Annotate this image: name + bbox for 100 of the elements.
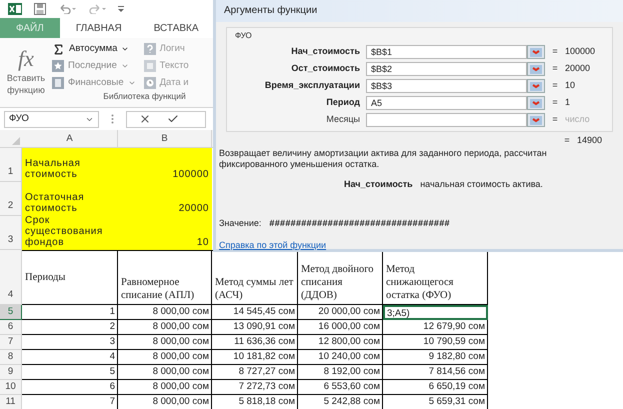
row-header[interactable]: 1	[0, 148, 22, 182]
book-icon	[52, 77, 64, 89]
table-cell: 5 242,88 сом	[298, 395, 383, 409]
table-cell: 6 553,60 сом	[298, 380, 383, 395]
spreadsheet-logo-icon	[8, 3, 22, 15]
collapse-dialog-button[interactable]	[527, 45, 545, 59]
argument-input[interactable]: $B$2	[366, 62, 527, 76]
table-cell: 5	[22, 365, 118, 380]
row-header[interactable]: 11	[0, 395, 22, 409]
editing-cell[interactable]: 3;A5)	[383, 305, 488, 320]
row-header[interactable]: 2	[0, 182, 22, 216]
table-cell: 10 181,82 сом	[212, 350, 298, 365]
table-cell: Остаточная стоимость	[22, 182, 118, 216]
column-heading-cell: Периоды	[22, 250, 118, 305]
argument-label: Период	[325, 96, 361, 110]
column-header[interactable]: B	[118, 130, 212, 147]
equals-sign: =	[551, 96, 559, 110]
enter-icon[interactable]	[167, 113, 179, 125]
table-cell: Срок существования фондов	[22, 216, 118, 250]
argument-input[interactable]: $B$3	[366, 79, 527, 93]
function-description: Возвращает величину амортизации актива для заданного периода, рассчитан фиксированного уменьшения остатка.	[218, 148, 548, 170]
argument-result: 10	[565, 79, 576, 92]
name-box[interactable]: ФУО	[4, 110, 99, 128]
redo-icon[interactable]	[88, 4, 106, 14]
table-cell: 9 182,80 сом	[383, 350, 488, 365]
argument-result: 100000	[565, 45, 596, 58]
argument-label: Месяцы	[325, 113, 361, 126]
range-select-icon	[530, 116, 542, 124]
table-cell: 10	[118, 216, 212, 250]
customize-icon[interactable]	[118, 6, 124, 12]
table-cell: 3	[22, 335, 118, 350]
table-cell: 8 000,00 сом	[118, 320, 212, 335]
equals-sign: =	[551, 62, 559, 76]
table-cell: 6	[22, 380, 118, 395]
dialog-title: Аргументы функции	[216, 0, 623, 22]
undo-icon[interactable]	[58, 4, 76, 14]
argument-input[interactable]: $B$1	[366, 45, 527, 59]
save-icon[interactable]	[34, 3, 46, 15]
argument-description: Нач_стоимость начальная стоимость актива.	[343, 178, 544, 190]
group-label: Библиотека функций	[102, 90, 187, 104]
help-link[interactable]: Справка по этой функции	[219, 238, 326, 252]
table-cell: 10 240,00 сом	[298, 350, 383, 365]
value-label: Значение:	[219, 217, 262, 230]
table-cell: 1	[22, 305, 118, 320]
insert-function-button[interactable]: fx Вставить функцию	[0, 38, 52, 107]
ribbon-tab[interactable]: ГЛАВНАЯ	[60, 18, 138, 38]
table-cell: 20 000,00 сом	[298, 305, 383, 320]
collapse-dialog-button[interactable]	[527, 79, 545, 93]
value-text: ##################################	[269, 217, 450, 230]
document-icon	[144, 60, 156, 72]
table-cell: 12 800,00 сом	[298, 335, 383, 350]
sigma-icon	[52, 42, 65, 56]
table-cell: 5 659,31 сом	[383, 395, 488, 409]
table-cell: 8 727,27 сом	[212, 365, 298, 380]
function-category-button[interactable]: Автосумма	[52, 42, 136, 56]
ribbon-tab[interactable]: ВСТАВКА	[138, 18, 215, 38]
row-header[interactable]: 5	[0, 305, 22, 320]
argument-input[interactable]	[366, 113, 527, 127]
collapse-dialog-button[interactable]	[527, 62, 545, 76]
star-icon	[52, 60, 64, 72]
function-name: ФУО	[234, 30, 253, 42]
clock-icon	[144, 77, 156, 89]
column-header[interactable]: A	[22, 130, 118, 147]
table-cell: 13 090,91 сом	[212, 320, 298, 335]
table-cell: 8 192,00 сом	[298, 365, 383, 380]
row-header[interactable]: 9	[0, 365, 22, 380]
argument-result: 20000	[565, 62, 590, 76]
table-cell: 100000	[118, 148, 212, 182]
drag-handle-icon[interactable]	[111, 114, 114, 124]
collapse-dialog-button[interactable]	[527, 113, 545, 127]
table-cell: 8 000,00 сом	[118, 395, 212, 409]
equals-sign: =	[551, 79, 559, 92]
table-cell: 8 000,00 сом	[118, 350, 212, 365]
equals-sign: =	[551, 45, 559, 58]
table-cell: 7	[22, 395, 118, 409]
row-header[interactable]: 3	[0, 216, 22, 250]
table-cell: 7 814,56 сом	[383, 365, 488, 380]
table-cell: 7 272,73 сом	[212, 380, 298, 395]
range-select-icon	[530, 98, 542, 108]
argument-input[interactable]: A5	[366, 96, 527, 110]
table-cell: 6 650,19 сом	[383, 380, 488, 395]
formula-result: 14900	[577, 134, 602, 147]
table-cell: 5 818,18 сом	[212, 395, 298, 409]
range-select-icon	[530, 82, 542, 90]
table-cell: 8 000,00 сом	[118, 365, 212, 380]
collapse-dialog-button[interactable]	[527, 96, 545, 110]
row-header[interactable]: 10	[0, 380, 22, 395]
row-header[interactable]: 8	[0, 350, 22, 365]
cancel-icon[interactable]	[139, 113, 151, 125]
table-cell: 8 000,00 сом	[118, 305, 212, 320]
table-cell: 4	[22, 350, 118, 365]
table-cell: 11 636,36 сом	[212, 335, 298, 350]
table-cell: Начальная стоимость	[22, 148, 118, 182]
argument-label: Ост_стоимость	[290, 62, 361, 76]
row-header[interactable]: 4	[0, 250, 22, 305]
range-select-icon	[530, 64, 542, 74]
table-cell: 2	[22, 320, 118, 335]
row-header[interactable]: 7	[0, 335, 22, 350]
range-select-icon	[530, 48, 542, 56]
row-header[interactable]: 6	[0, 320, 22, 335]
